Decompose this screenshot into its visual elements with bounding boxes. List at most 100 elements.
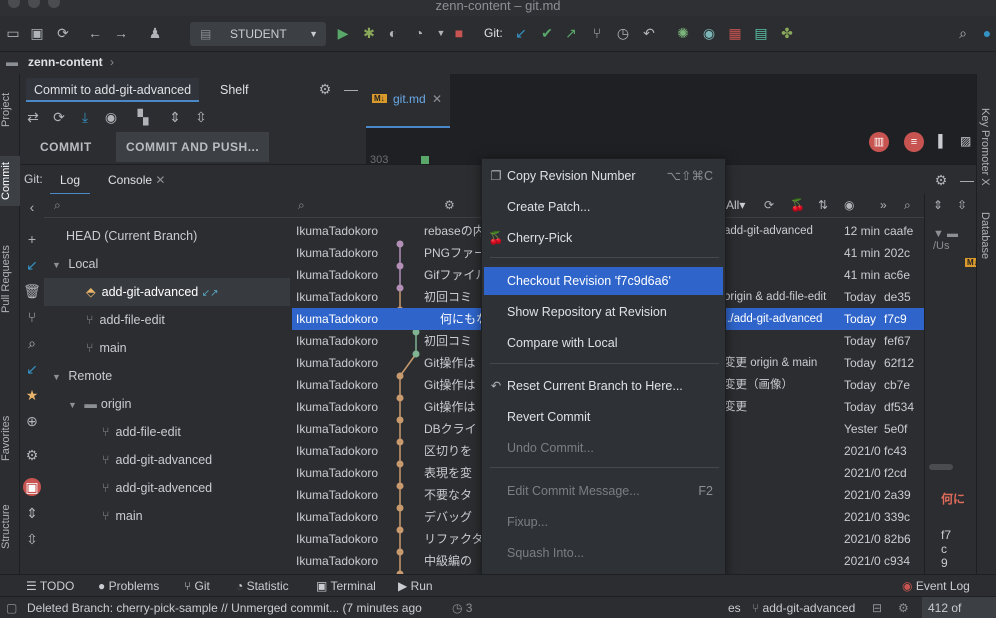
layout-icon[interactable]: ▤ — [752, 24, 770, 42]
branch-remote-add-git-advenced[interactable]: ⑂ add-git-advenced — [44, 474, 316, 502]
fetch-icon[interactable]: ↙ — [23, 360, 41, 378]
status-branch[interactable]: ⑂ add-git-advanced — [752, 597, 855, 618]
preview-toggle-icon[interactable]: ▥ — [869, 132, 889, 152]
tool-tab-database[interactable]: Database — [979, 212, 991, 259]
branch-search-field[interactable]: ⌕ — [44, 194, 292, 218]
split-view-icon[interactable]: ▐ — [934, 134, 943, 148]
user-icon[interactable]: ♟ — [146, 24, 164, 42]
profile-icon[interactable]: ◔ — [410, 24, 428, 42]
branch-head[interactable]: HEAD (Current Branch) — [44, 222, 316, 250]
tab-log[interactable]: Log — [50, 165, 91, 195]
open-folder-icon[interactable]: ▭ — [4, 24, 22, 42]
download-icon[interactable]: ⤓ — [76, 108, 94, 126]
git-minimize-icon[interactable]: — — [958, 171, 976, 189]
menu-item[interactable]: Undo Commit... — [484, 434, 723, 462]
forward-arrow-icon[interactable]: → — [112, 24, 130, 42]
breadcrumb-project[interactable]: zenn-content — [28, 55, 103, 69]
diff-icon[interactable]: ⇄ — [24, 108, 42, 126]
search-branch-icon[interactable]: ⌕ — [23, 334, 41, 352]
coverage-icon[interactable]: ◐ — [384, 24, 402, 42]
branch-remote-main[interactable]: ⑂ main — [44, 502, 316, 530]
sort-icon[interactable]: ⇅ — [818, 198, 828, 212]
favorite-star-icon[interactable]: ★ — [23, 386, 41, 404]
run-icon[interactable]: ▶ — [334, 24, 352, 42]
notifications-icon[interactable]: ⚙ — [898, 597, 909, 618]
tool-tab-project[interactable]: Project — [0, 80, 20, 140]
menu-item[interactable]: Compare with Local — [484, 329, 723, 357]
tool-tab-run[interactable]: ▶ Run — [398, 575, 433, 597]
menu-item[interactable]: Fixup... — [484, 508, 723, 536]
delete-branch-icon[interactable]: 🗑 — [23, 282, 41, 300]
log-search-icon[interactable]: ⌕ — [298, 198, 305, 213]
menu-item[interactable]: Show Repository at Revision — [484, 298, 723, 326]
tab-console[interactable]: Console ✕ — [106, 165, 167, 195]
compare-branches-icon[interactable]: ⑂ — [23, 308, 41, 326]
menu-item[interactable]: ↶ Reset Current Branch to Here... — [484, 372, 723, 400]
tool-tab-terminal[interactable]: ▣ Terminal — [316, 575, 376, 597]
navigate-icon[interactable]: ⊕ — [23, 412, 41, 430]
log-find-icon[interactable]: ⌕ — [904, 198, 911, 213]
back-arrow-icon[interactable]: ← — [86, 24, 104, 42]
collapse-sidebar-icon[interactable]: ‹ — [23, 198, 41, 216]
update-branch-icon[interactable]: ↙ — [23, 256, 41, 274]
plugin-icon[interactable]: ✺ — [674, 24, 692, 42]
commit-and-push-button[interactable]: COMMIT AND PUSH... — [116, 132, 270, 162]
branch-local-main[interactable]: ⑂ main — [44, 334, 316, 362]
update-project-icon[interactable]: ↙ — [512, 24, 530, 42]
more-actions-icon[interactable]: » — [880, 198, 887, 212]
commit-button[interactable]: COMMIT — [30, 132, 102, 162]
debug-icon[interactable]: ✱ — [360, 24, 378, 42]
minimize-panel-icon[interactable]: — — [342, 80, 360, 98]
tab-commit-to-branch[interactable]: Commit to add-git-advanced — [26, 78, 200, 102]
view-options-eye-icon[interactable]: ◉ — [844, 198, 854, 212]
log-refresh-icon[interactable]: ⟳ — [764, 198, 774, 212]
menu-item[interactable]: Edit Commit Message... F2 — [484, 477, 723, 505]
collapse-icon[interactable]: ⇳ — [957, 198, 967, 212]
cherry-pick-icon[interactable]: 🍒 — [790, 198, 805, 212]
menu-item[interactable]: ❐ Copy Revision Number ⌥⇧⌘C — [484, 162, 723, 190]
refresh-icon[interactable]: ⟳ — [50, 108, 68, 126]
tab-shelf[interactable]: Shelf — [212, 78, 257, 102]
tool-tab-structure[interactable]: Structure — [0, 492, 20, 562]
branch-remote-add-git-advanced[interactable]: ⑂ add-git-advanced — [44, 446, 316, 474]
push-icon[interactable]: ↗ — [562, 24, 580, 42]
editor-only-icon[interactable]: ≡ — [904, 132, 924, 152]
update-badge-icon[interactable]: ● — [978, 24, 996, 42]
tree-node-remote[interactable]: ▼ Remote — [44, 362, 316, 390]
tree-node-origin[interactable]: ▼ ▬ origin — [44, 390, 316, 418]
image-icon[interactable]: ▨ — [960, 134, 971, 148]
expand-all-icon[interactable]: ⇕ — [166, 108, 184, 126]
commit-check-icon[interactable]: ✔ — [538, 24, 556, 42]
stop-icon[interactable]: ■ — [450, 24, 468, 42]
details-scrollbar[interactable] — [929, 464, 953, 470]
memory-indicator[interactable]: 412 of 750M — [922, 597, 996, 618]
tool-tab-pull-requests[interactable]: Pull Requests — [0, 234, 20, 324]
tool-tab-event-log[interactable]: ◉ Event Log — [902, 575, 970, 597]
menu-item[interactable]: Create Patch... — [484, 193, 723, 221]
repo-icon[interactable]: ▣ — [23, 478, 41, 496]
sync-icon[interactable]: ⟳ — [54, 24, 72, 42]
tool-tab-key-promoter[interactable]: Key Promoter X — [979, 108, 991, 186]
editor-file-tab[interactable]: M↓ git.md ✕ — [366, 74, 450, 128]
menu-item[interactable]: Checkout Revision 'f7c9d6a6' — [484, 267, 723, 295]
add-branch-icon[interactable]: + — [23, 230, 41, 248]
tool-tab-statistic[interactable]: ◔ Statistic — [236, 575, 289, 597]
more-run-chevron-icon[interactable]: ▼ — [432, 24, 450, 42]
grid-plugin-icon[interactable]: ▦ — [726, 24, 744, 42]
tree-node-local[interactable]: ▼ Local — [44, 250, 316, 278]
collapse-all-icon[interactable]: ⇳ — [192, 108, 210, 126]
puzzle-icon[interactable]: ✤ — [778, 24, 796, 42]
target-icon[interactable]: ◉ — [700, 24, 718, 42]
tool-tab-git[interactable]: ⑂ Git — [184, 575, 210, 597]
branch-compare-icon[interactable]: ⑂ — [588, 24, 606, 42]
status-toggle-icon[interactable]: ▢ — [6, 597, 17, 618]
close-console-icon[interactable]: ✕ — [155, 173, 165, 187]
tool-tab-favorites[interactable]: Favorites — [0, 408, 20, 468]
run-configuration-select[interactable]: ▤ STUDENT ▼ — [190, 22, 326, 46]
tool-tab-commit[interactable]: Commit — [0, 156, 20, 206]
tool-tab-todo[interactable]: ☰ TODO — [26, 575, 74, 597]
expand-tree-icon[interactable]: ⇕ — [23, 504, 41, 522]
group-icon[interactable]: ▚ — [134, 108, 152, 126]
menu-item[interactable]: Revert Commit — [484, 403, 723, 431]
save-icon[interactable]: ▣ — [28, 24, 46, 42]
